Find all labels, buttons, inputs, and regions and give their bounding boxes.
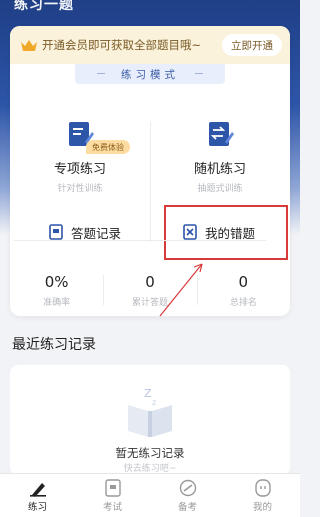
answer-record-label: 答题记录 (70, 225, 121, 241)
free-trial-badge: 免费体验 (86, 140, 130, 154)
mode-section-tag: 练习模式 (75, 64, 225, 84)
stat-value: 0 (238, 273, 249, 291)
mode-subtitle: 抽题式训练 (197, 184, 243, 194)
bottom-tab-bar: 练习 考试 备考 我的 (0, 473, 300, 517)
mode-special-practice[interactable]: 专项练习 针对性训练 (10, 98, 150, 218)
tab-label: 我的 (252, 501, 272, 513)
page-title: 练习一题 (14, 0, 74, 13)
divider (150, 122, 151, 242)
crown-icon (21, 40, 37, 51)
wrong-questions-icon (183, 224, 197, 240)
tab-mine[interactable]: 我的 (225, 474, 300, 517)
my-wrong-questions-button[interactable]: 我的错题 (164, 210, 274, 254)
mode-label: 专项练习 (53, 162, 106, 177)
record-icon (49, 224, 63, 240)
stat-value: 0% (44, 273, 69, 291)
tab-label: 练习 (27, 501, 47, 513)
my-wrong-questions-label: 我的错题 (204, 225, 255, 241)
tab-label: 备考 (177, 501, 197, 513)
tab-exam[interactable]: 考试 (75, 474, 150, 517)
mode-label: 随机练习 (193, 162, 246, 177)
empty-state-text: 暂无练习记录 (115, 446, 185, 460)
tab-practice[interactable]: 练习 (0, 474, 75, 517)
recent-practice-title: 最近练习记录 (12, 337, 96, 353)
stat-label: 总排名 (229, 298, 257, 308)
svg-text:Z: Z (144, 387, 152, 400)
mode-random-practice[interactable]: 随机练习 抽题式训练 (150, 98, 290, 218)
profile-icon (254, 478, 271, 497)
shuffle-doc-icon (209, 122, 234, 146)
exam-icon (104, 478, 121, 497)
vip-text: 开通会员即可获取全部题目哦~ (42, 38, 202, 52)
tab-prepare[interactable]: 备考 (150, 474, 225, 517)
compass-icon (179, 479, 196, 496)
empty-book-icon: Z z (128, 387, 172, 437)
answer-record-button[interactable]: 答题记录 (35, 210, 135, 254)
stat-label: 准确率 (43, 298, 71, 308)
mode-subtitle: 针对性训练 (57, 184, 103, 194)
divider (14, 240, 266, 241)
tab-label: 考试 (102, 501, 122, 513)
svg-text:z: z (152, 398, 156, 407)
stat-ranking: 0 总排名 (196, 265, 290, 321)
stat-accuracy: 0% 准确率 (10, 265, 103, 321)
open-vip-button[interactable]: 立即开通 (222, 34, 282, 56)
pointer-arrow (159, 263, 203, 317)
pen-icon (29, 482, 46, 497)
recent-practice-card: Z z 暂无练习记录 快去练习吧~ (10, 365, 290, 475)
